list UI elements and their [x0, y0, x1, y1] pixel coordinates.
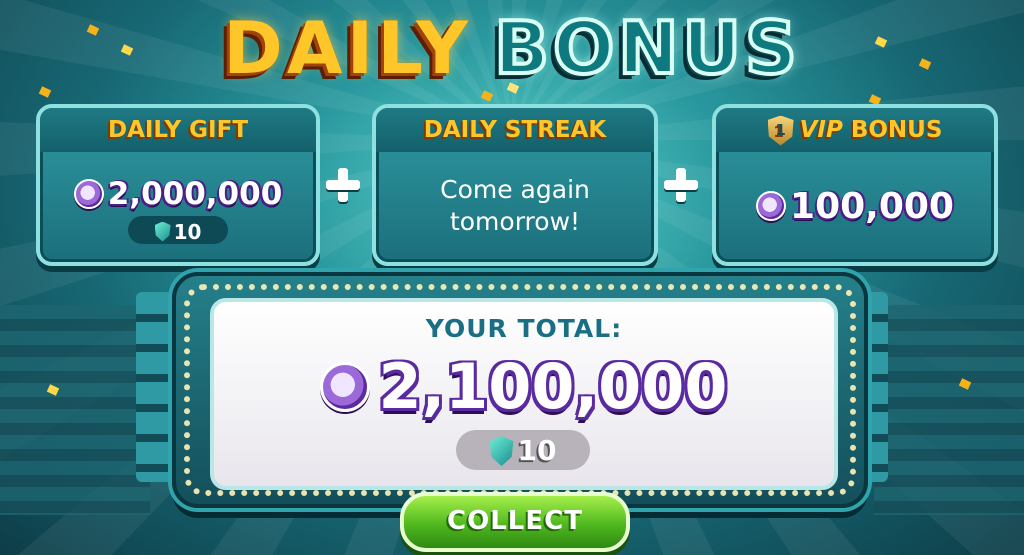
- background-stands-left: [0, 305, 150, 515]
- vip-shield-icon: 1: [767, 115, 794, 146]
- vip-label: VIP: [799, 117, 843, 143]
- background-stands-right: [874, 305, 1024, 515]
- chip-icon: [320, 361, 371, 412]
- daily-streak-panel: DAILY STREAK Come again tomorrow!: [372, 104, 658, 266]
- daily-gift-coins: 2,000,000: [40, 174, 316, 212]
- total-marquee: YOUR TOTAL: 2,100,000 10: [172, 272, 868, 508]
- vip-bonus-coins: 100,000: [716, 184, 994, 227]
- title-word-bonus: BONUS: [492, 4, 801, 92]
- daily-gift-title: DAILY GIFT: [40, 108, 316, 152]
- marquee-side-left: [136, 292, 172, 482]
- total-screen: YOUR TOTAL: 2,100,000 10: [210, 298, 838, 490]
- gem-icon: [489, 436, 514, 466]
- total-gems: 10: [456, 430, 590, 470]
- vip-bonus-coins-value: 100,000: [790, 185, 954, 227]
- total-gems-value: 10: [517, 434, 557, 467]
- total-coins-value: 2,100,000: [378, 350, 728, 424]
- daily-gift-gems: 10: [128, 216, 228, 244]
- page-title: DAILY BONUS: [0, 4, 1024, 92]
- gem-icon: [154, 221, 171, 242]
- title-word-daily: DAILY: [223, 6, 473, 90]
- collect-button[interactable]: COLLECT: [400, 492, 630, 552]
- daily-gift-panel: DAILY GIFT 2,000,000 10: [36, 104, 320, 266]
- daily-bonus-screen: DAILY BONUS DAILY GIFT 2,000,000 10 DAILY…: [0, 0, 1024, 555]
- daily-streak-message-line1: Come again: [440, 175, 590, 204]
- total-label: YOUR TOTAL:: [425, 314, 623, 343]
- vip-bonus-title: 1 VIP BONUS: [716, 108, 994, 152]
- chip-icon: [756, 191, 787, 221]
- total-coins: 2,100,000: [214, 346, 834, 423]
- daily-streak-title: DAILY STREAK: [376, 108, 654, 152]
- chip-icon: [73, 178, 104, 209]
- daily-streak-message-line2: tomorrow!: [449, 207, 581, 236]
- vip-bonus-label: BONUS: [850, 117, 943, 143]
- vip-bonus-panel: 1 VIP BONUS 100,000: [712, 104, 998, 266]
- daily-streak-message: Come again tomorrow!: [376, 174, 654, 238]
- plus-icon: [326, 168, 360, 202]
- plus-icon: [664, 168, 698, 202]
- daily-gift-coins-value: 2,000,000: [107, 175, 283, 212]
- daily-gift-gems-value: 10: [173, 219, 202, 244]
